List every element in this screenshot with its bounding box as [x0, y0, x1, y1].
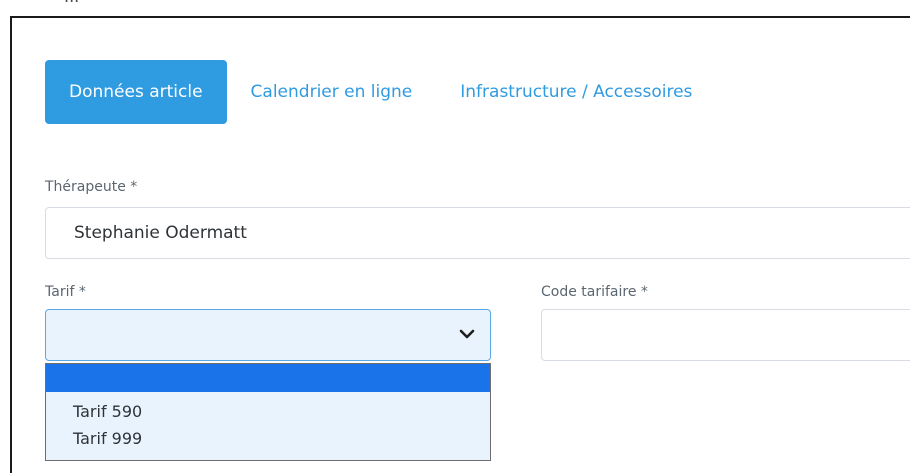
tarif-option-999[interactable]: Tarif 999	[46, 425, 490, 452]
tarif-label: Tarif *	[45, 284, 86, 300]
tab-calendrier-en-ligne[interactable]: Calendrier en ligne	[227, 60, 437, 124]
tarif-option-590[interactable]: Tarif 590	[46, 398, 490, 425]
tab-infrastructure-accessoires[interactable]: Infrastructure / Accessoires	[436, 60, 716, 124]
code-tarifaire-label: Code tarifaire *	[541, 284, 648, 300]
tarif-option-empty[interactable]	[46, 364, 490, 392]
chevron-down-icon	[459, 329, 475, 339]
tab-donnees-article[interactable]: Données article	[45, 60, 227, 124]
tarif-dropdown-list: Tarif 590 Tarif 999	[45, 363, 491, 461]
truncated-header-text: ...	[64, 0, 79, 6]
tab-bar: Données article Calendrier en ligne Infr…	[45, 60, 716, 124]
tarif-select[interactable]	[45, 309, 491, 361]
page: ... Données article Calendrier en ligne …	[0, 0, 910, 473]
therapist-field[interactable]: Stephanie Odermatt	[45, 207, 910, 259]
therapist-label: Thérapeute *	[45, 179, 138, 195]
code-tarifaire-field[interactable]	[541, 309, 910, 361]
therapist-value: Stephanie Odermatt	[74, 223, 247, 243]
